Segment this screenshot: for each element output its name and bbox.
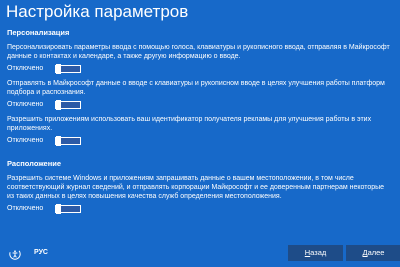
ease-of-access-icon-graphic: [9, 248, 21, 260]
toggle-input-personalization[interactable]: [55, 64, 81, 74]
setting-row-advertising-id: Отключено: [7, 136, 393, 146]
back-button[interactable]: Назад: [288, 245, 343, 261]
toggle-advertising-id[interactable]: [55, 136, 81, 146]
personalization-heading: Персонализация: [7, 28, 70, 37]
toggle-typing-data[interactable]: [55, 100, 81, 110]
language-indicator[interactable]: РУС: [34, 248, 48, 258]
next-button[interactable]: Далее: [346, 245, 400, 261]
setting-row-input-personalization: Отключено: [7, 64, 393, 74]
setting-description-typing-data: Отправлять в Майкрософт данные о вводе с…: [7, 80, 385, 96]
page-title: Настройка параметров: [6, 2, 189, 21]
bottom-bar: РУС Назад Далее: [0, 241, 400, 267]
toggle-thumb: [56, 100, 61, 110]
setting-state-label: Отключено: [7, 137, 44, 144]
setting-row-typing-data: Отключено: [7, 100, 393, 110]
ease-of-access-icon[interactable]: [8, 247, 22, 261]
settings-content: Персонализация Персонализировать парамет…: [7, 28, 393, 214]
toggle-thumb: [56, 204, 61, 214]
setting-description-advertising-id: Разрешить приложениям использовать ваш и…: [7, 116, 372, 132]
setting-description-location: Разрешить системе Windows и приложениям …: [7, 175, 385, 200]
setting-state-label: Отключено: [7, 65, 44, 72]
next-button-label: алее: [367, 248, 385, 257]
toggle-location[interactable]: [55, 204, 81, 214]
setting-row-location: Отключено: [7, 204, 393, 214]
back-button-label: азад: [310, 248, 327, 257]
location-heading: Расположение: [7, 159, 62, 168]
toggle-thumb: [56, 136, 61, 146]
setting-state-label: Отключено: [7, 101, 44, 108]
setting-description-input-personalization: Персонализировать параметры ввода с помо…: [7, 44, 390, 60]
setting-state-label: Отключено: [7, 205, 44, 212]
toggle-thumb: [56, 64, 61, 74]
